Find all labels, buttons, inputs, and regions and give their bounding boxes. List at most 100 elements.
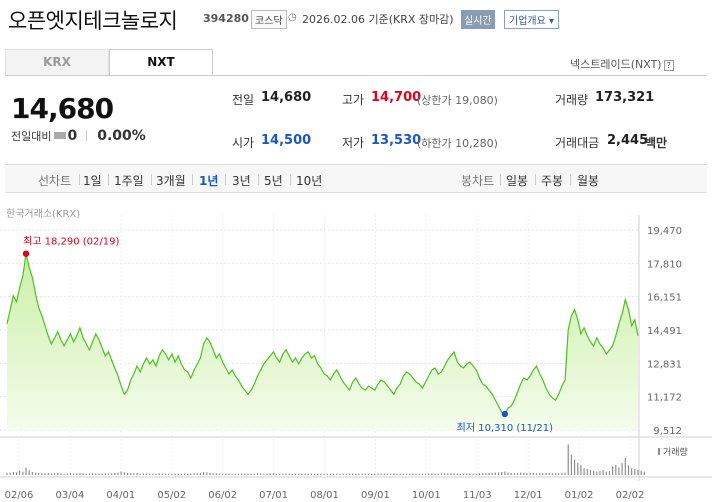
clock-icon: ◷ xyxy=(288,12,297,23)
y-tick-label: 14,491 xyxy=(647,326,682,337)
stock-code: 394280 xyxy=(203,12,249,25)
x-tick-label: 04/01 xyxy=(106,490,135,501)
period-3m[interactable]: 3개월 xyxy=(156,172,186,189)
volume-bar xyxy=(126,472,129,475)
period-1y[interactable]: 1년 xyxy=(199,172,218,189)
volume-bar xyxy=(466,473,468,475)
volume-bar xyxy=(596,471,598,475)
candle-chart-label: 봉차트 xyxy=(461,174,495,188)
nxt-link[interactable]: 넥스트레이드(NXT)? xyxy=(570,56,674,72)
volume-bar xyxy=(554,473,557,475)
period-1d[interactable]: 1일 xyxy=(83,172,102,189)
volume-bar xyxy=(294,473,297,475)
candle-monthly[interactable]: 월봉 xyxy=(577,172,599,189)
volume-bar xyxy=(101,473,103,475)
volume-bar xyxy=(247,473,249,475)
volume-bar xyxy=(41,473,43,475)
volume-bar xyxy=(643,471,645,475)
x-tick-label: 07/01 xyxy=(259,490,288,501)
volume-bar xyxy=(339,473,341,475)
volume-bar xyxy=(412,473,414,475)
candle-weekly[interactable]: 주봉 xyxy=(541,172,563,189)
open-value: 14,500 xyxy=(261,133,312,148)
volume-bar xyxy=(206,472,208,475)
volume-bar xyxy=(523,472,525,475)
volume-bar xyxy=(640,470,642,475)
volume-bar xyxy=(336,473,338,475)
volume-bar xyxy=(285,473,287,475)
high-value: 14,700 xyxy=(371,90,422,105)
volume-bar xyxy=(393,473,395,475)
candle-daily[interactable]: 일봉 xyxy=(506,172,528,189)
volume-bar xyxy=(237,473,240,475)
volume-bar xyxy=(345,473,347,475)
volume-bar xyxy=(374,473,376,475)
x-tick-label: 01/02 xyxy=(565,490,594,501)
y-tick-label: 9,512 xyxy=(653,426,682,437)
price-chart[interactable]: 19,470 17,810 16,151 14,491 12,831 11,172 9,51… xyxy=(0,215,712,502)
volume-bar xyxy=(580,464,582,475)
no-change-icon xyxy=(54,132,67,139)
period-1w[interactable]: 1주일 xyxy=(114,172,144,189)
volume-bar xyxy=(279,473,281,475)
y-tick-label: 17,810 xyxy=(647,259,682,270)
volume-bar xyxy=(529,472,531,475)
volume-bar xyxy=(421,473,423,475)
volume-bar xyxy=(520,472,522,475)
period-3y[interactable]: 3년 xyxy=(232,172,251,189)
volume-bar xyxy=(57,472,59,475)
volume-bar xyxy=(212,473,214,475)
x-axis-labels: 02/06 03/04 04/01 05/02 06/02 07/01 08/01 09/01… xyxy=(5,490,645,501)
volume-bar xyxy=(282,473,284,475)
volume-bar xyxy=(482,473,484,475)
volume-value: 173,321 xyxy=(595,90,655,105)
volume-bar xyxy=(631,468,633,475)
volume-bar xyxy=(234,473,236,475)
volume-bar xyxy=(272,473,274,475)
volume-bar xyxy=(199,472,202,475)
volume-bar xyxy=(142,473,144,475)
volume-bar xyxy=(485,473,487,475)
volume-bar xyxy=(301,473,303,475)
separator xyxy=(290,174,291,185)
realtime-button[interactable]: 실시간 xyxy=(461,10,495,29)
volume-bar xyxy=(434,473,436,475)
volume-bar xyxy=(130,473,132,475)
volume-bar xyxy=(253,473,255,475)
volume-bar xyxy=(402,473,404,475)
volume-bar xyxy=(25,467,27,475)
volume-bar xyxy=(145,473,148,475)
volume-bar xyxy=(111,473,113,475)
exchange-tabs: KRX NXT xyxy=(5,49,213,76)
volume-bar xyxy=(190,473,192,475)
volume-bar xyxy=(415,473,417,475)
help-icon[interactable]: ? xyxy=(663,60,674,71)
volume-bar xyxy=(342,473,344,475)
amount-unit: 백만 xyxy=(645,136,668,150)
company-info-button[interactable]: 기업개요 ▾ xyxy=(504,10,559,29)
volume-bar xyxy=(513,473,515,475)
period-5y[interactable]: 5년 xyxy=(264,172,283,189)
volume-bar xyxy=(390,473,392,475)
volume-bar xyxy=(187,473,189,475)
volume-bar xyxy=(218,473,221,475)
amount-value: 2,445 xyxy=(607,133,649,148)
volume-bar xyxy=(361,473,363,475)
volume-bar xyxy=(9,472,11,475)
period-10y[interactable]: 10년 xyxy=(296,172,322,189)
y-tick-label: 19,470 xyxy=(647,226,682,237)
change-percent: 0.00% xyxy=(97,128,146,144)
tab-krx[interactable]: KRX xyxy=(5,49,109,76)
tab-nxt[interactable]: NXT xyxy=(109,49,213,76)
volume-bar xyxy=(323,473,325,475)
volume-bar xyxy=(79,472,81,475)
divider xyxy=(85,130,87,141)
volume-bar xyxy=(497,472,500,475)
volume-bar xyxy=(447,473,449,475)
volume-bar xyxy=(491,472,493,475)
x-tick-label: 11/03 xyxy=(463,490,492,501)
x-tick-label: 03/04 xyxy=(56,490,85,501)
volume-bar xyxy=(526,473,528,475)
volume-bar xyxy=(82,473,84,475)
volume-bar xyxy=(437,473,439,475)
